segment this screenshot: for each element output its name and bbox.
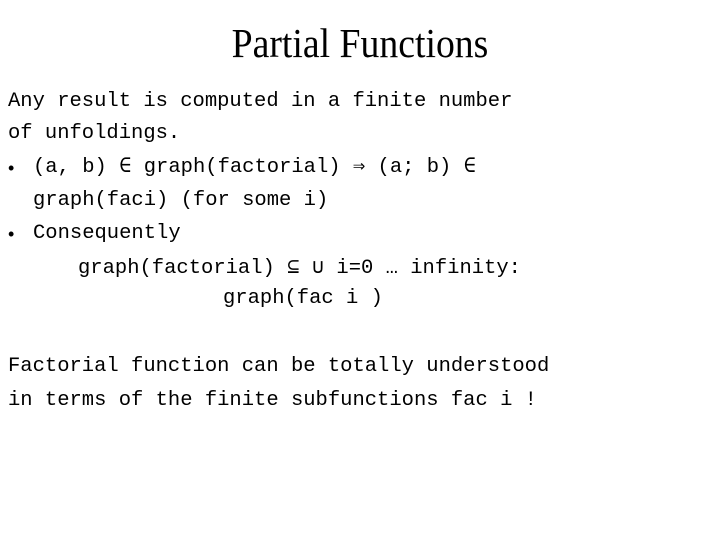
- intro-line-2: of unfoldings.: [8, 122, 181, 145]
- bullet-line-1: Consequently: [33, 222, 181, 245]
- formula-line-1: graph(factorial) ⊆ ∪ i=0 … infinity:: [78, 257, 521, 280]
- bullet-line-1: (a, b) ∈ graph(factorial) ⇒ (a; b) ∈: [33, 156, 476, 179]
- conclusion-line-1: Factorial function can be totally unders…: [8, 355, 550, 378]
- conclusion-line-2: in terms of the finite subfunctions fac …: [8, 389, 537, 412]
- intro-line-1: Any result is computed in a finite numbe…: [8, 90, 513, 113]
- slide-title: Partial Functions: [231, 20, 489, 66]
- bullet-line-2: graph(faci) (for some i): [33, 189, 329, 212]
- formula-line-2: graph(fac i ): [223, 287, 383, 310]
- bullet-marker: •: [8, 224, 15, 244]
- bullet-marker: •: [8, 158, 15, 178]
